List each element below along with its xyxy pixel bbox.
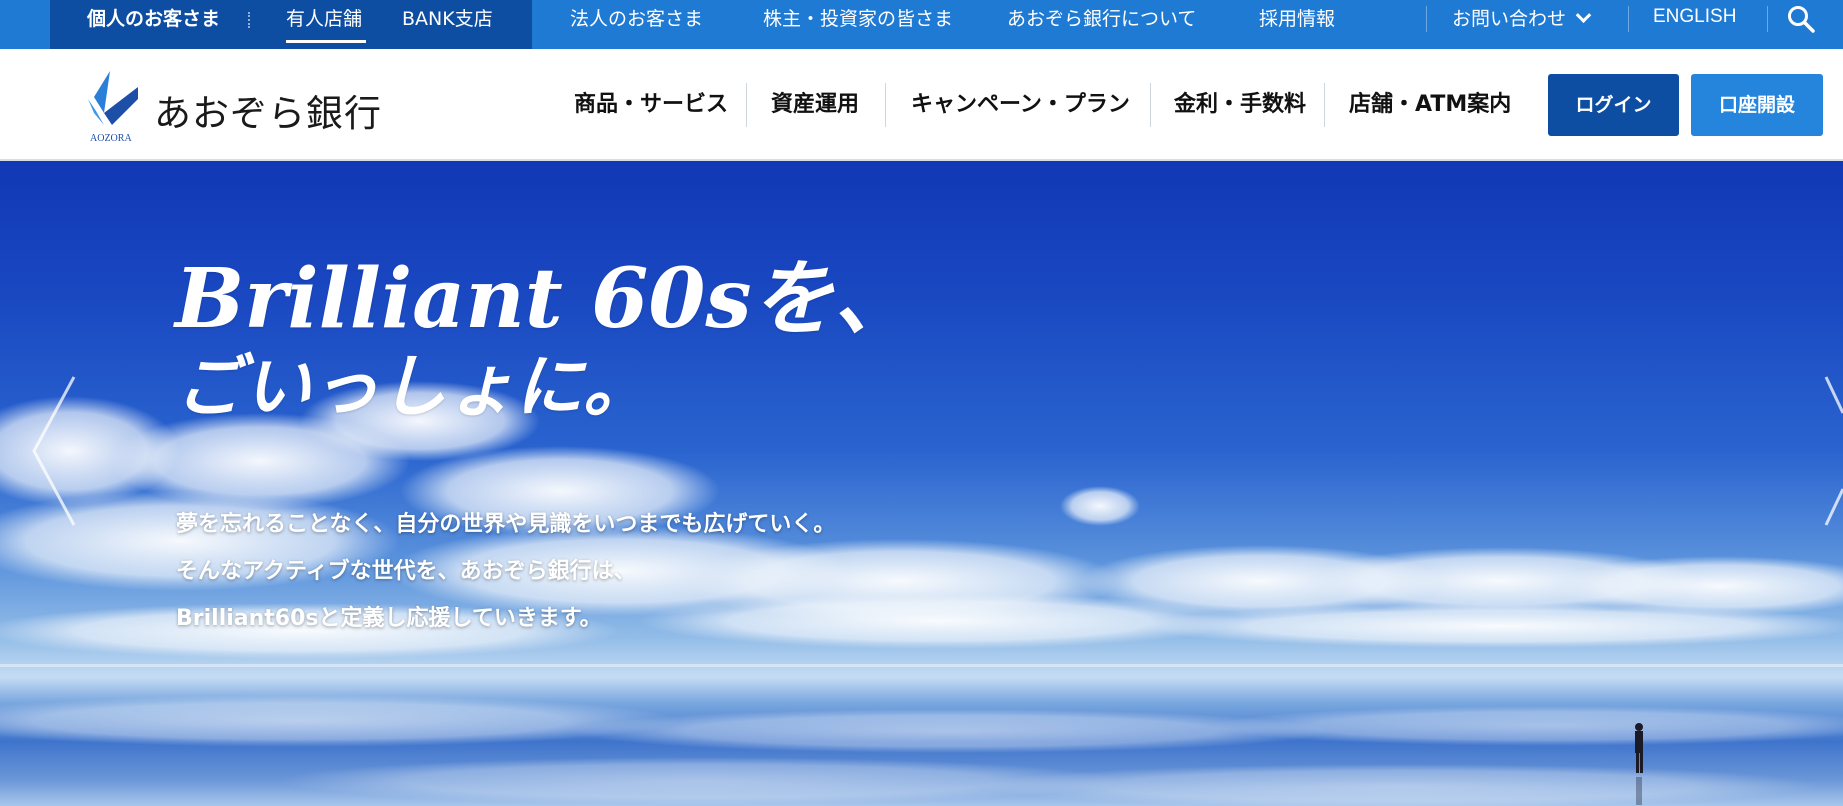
- login-button[interactable]: ログイン: [1548, 74, 1679, 136]
- divider: [885, 83, 886, 127]
- hero-body-line: Brilliant60sと定義し応援していきます。: [176, 606, 602, 631]
- logo-mark-icon: AOZORA: [88, 71, 138, 143]
- divider: [1426, 6, 1427, 32]
- contact-dropdown[interactable]: お問い合わせ: [1452, 0, 1592, 49]
- divider: [248, 12, 250, 28]
- nav-english[interactable]: ENGLISH: [1653, 0, 1736, 47]
- divider: [1767, 6, 1768, 32]
- divider: [1324, 83, 1325, 127]
- search-icon[interactable]: [1786, 4, 1816, 34]
- nav-products-services[interactable]: 商品・サービス: [574, 80, 728, 130]
- divider: [1628, 6, 1629, 32]
- divider: [1150, 83, 1151, 127]
- nav-branch-atm[interactable]: 店舗・ATM案内: [1349, 80, 1511, 130]
- divider: [746, 83, 747, 127]
- hero-headline-line1: Brilliant 60sを、: [175, 251, 916, 347]
- carousel-prev-arrow-icon[interactable]: [28, 373, 80, 529]
- nav-recruit[interactable]: 採用情報: [1259, 0, 1335, 49]
- nav-about[interactable]: あおぞら銀行について: [1007, 0, 1196, 49]
- nav-asset-management[interactable]: 資産運用: [771, 80, 859, 130]
- hero-description: 夢を忘れることなく、自分の世界や見識をいつまでも広げていく。 そんなアクティブな…: [176, 501, 835, 642]
- nav-campaigns[interactable]: キャンペーン・プラン: [911, 80, 1130, 130]
- carousel-next-arrow-icon[interactable]: [1822, 373, 1843, 529]
- logo-text: あおぞら銀行: [154, 92, 382, 135]
- aozora-logo[interactable]: AOZORA あおぞら銀行: [86, 69, 386, 143]
- contact-label: お問い合わせ: [1452, 8, 1567, 30]
- hero-headline: Brilliant 60sを、 ごいっしょに。: [175, 256, 916, 430]
- hero-body-line: 夢を忘れることなく、自分の世界や見識をいつまでも広げていく。: [176, 512, 836, 537]
- main-header: AOZORA あおぞら銀行 商品・サービス 資産運用 キャンペーン・プラン 金利…: [0, 49, 1843, 161]
- open-account-button[interactable]: 口座開設: [1691, 74, 1823, 136]
- nav-corporate-customers[interactable]: 法人のお客さま: [570, 0, 703, 49]
- nav-bank-branch[interactable]: BANK支店: [402, 0, 493, 49]
- active-tab-indicator: [286, 40, 366, 43]
- person-silhouette: [1635, 723, 1643, 805]
- hero-body-line: そんなアクティブな世代を、あおぞら銀行は、: [176, 559, 636, 584]
- logo-sub-text: AOZORA: [90, 133, 132, 143]
- nav-investors[interactable]: 株主・投資家の皆さま: [763, 0, 953, 49]
- chevron-down-icon: [1575, 7, 1592, 24]
- hero-banner: Brilliant 60sを、 ごいっしょに。 夢を忘れることなく、自分の世界や…: [0, 161, 1843, 806]
- top-utility-bar: 個人のお客さま 有人店舗 BANK支店 法人のお客さま 株主・投資家の皆さま あ…: [0, 0, 1843, 49]
- nav-personal-customers[interactable]: 個人のお客さま: [87, 0, 220, 49]
- nav-rates-fees[interactable]: 金利・手数料: [1174, 80, 1306, 130]
- hero-headline-line2: ごいっしょに。: [175, 347, 652, 427]
